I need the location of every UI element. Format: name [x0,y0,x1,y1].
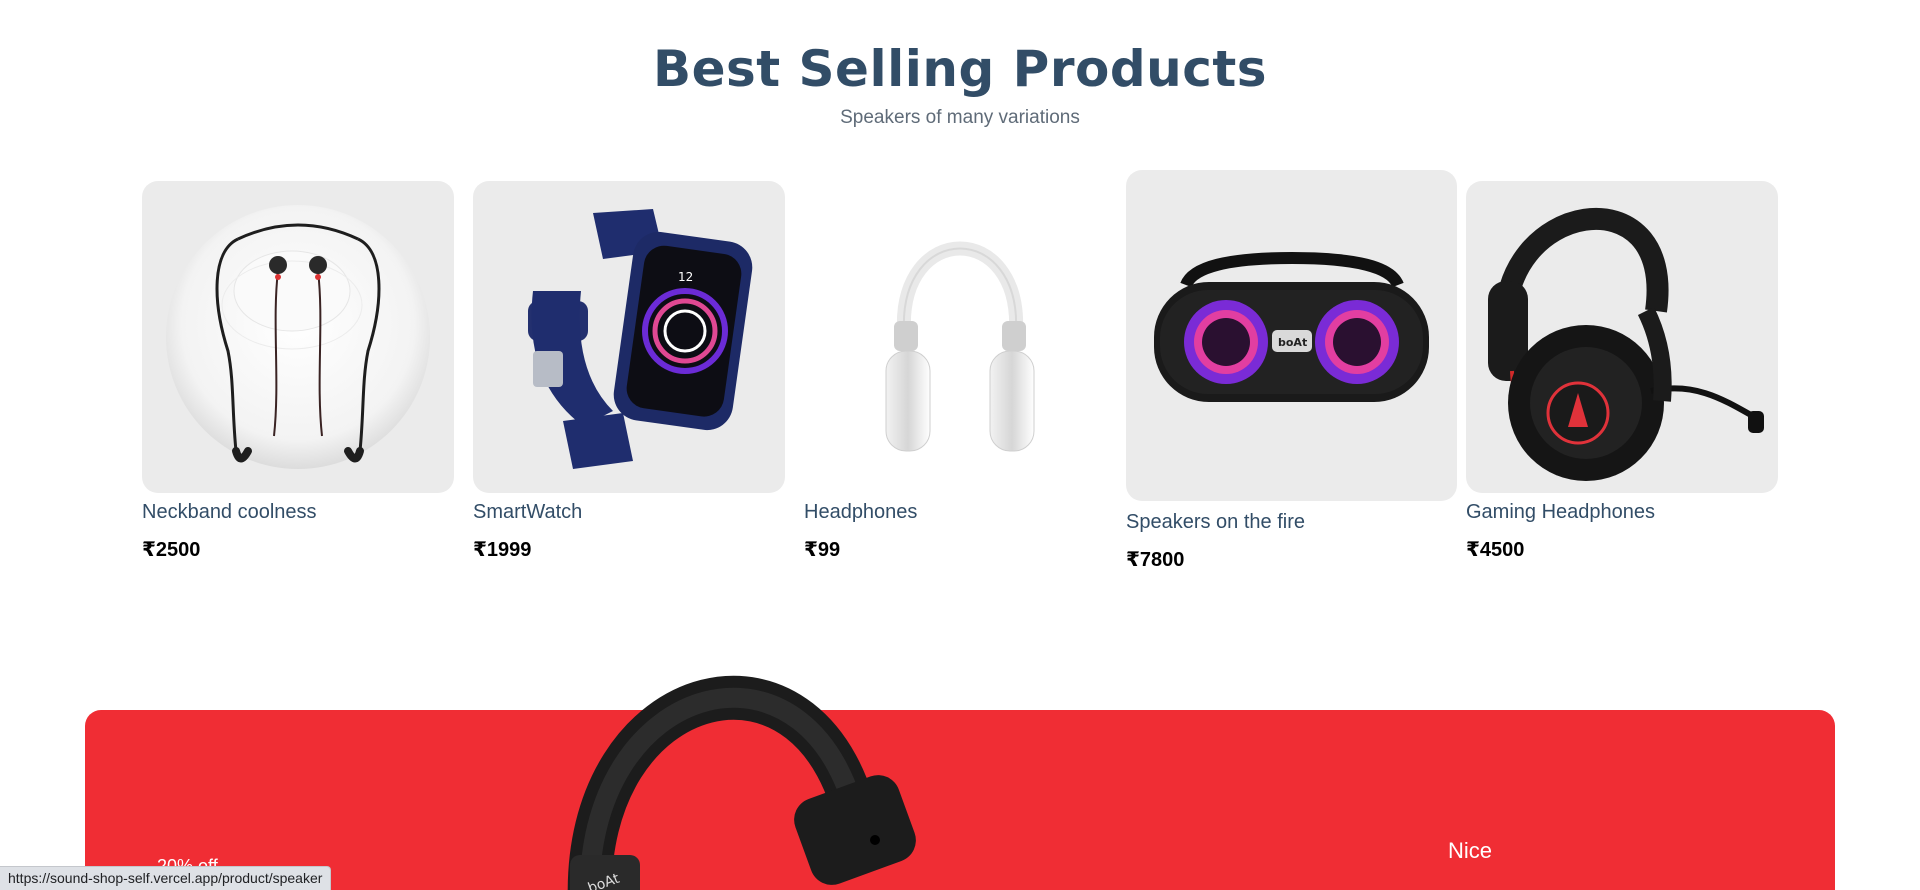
product-card-smartwatch[interactable]: 12 SmartWatch ₹1999 [473,181,785,562]
page: Best Selling Products Speakers of many v… [0,0,1920,890]
smartwatch-icon: 12 [528,209,753,469]
smartwatch-image[interactable]: 12 [473,181,785,493]
banner-heading: Nice [1448,838,1493,863]
section-subtitle: Speakers of many variations [840,107,1080,128]
section-title: Best Selling Products [652,40,1268,98]
product-card-neckband[interactable]: Neckband coolness ₹2500 [142,181,454,562]
product-card-speaker[interactable]: boAt Speakers on the fire ₹7800 [1126,170,1457,572]
product-name[interactable]: SmartWatch [473,501,785,524]
product-name[interactable]: Headphones [804,501,1116,524]
product-card-headphones[interactable]: Headphones ₹99 [804,181,1116,562]
product-price: ₹4500 [1466,539,1525,561]
gaming-headphones-image[interactable] [1466,181,1778,493]
status-bar-url: https://sound-shop-self.vercel.app/produ… [0,866,332,890]
product-price: ₹99 [804,539,841,561]
boat-speaker-icon: boAt [1154,251,1429,402]
product-card-gaming-headphones[interactable]: Gaming Headphones ₹4500 [1466,181,1778,562]
product-price: ₹2500 [142,539,201,561]
svg-text:boAt: boAt [1278,336,1307,349]
product-name[interactable]: Neckband coolness [142,501,454,524]
white-headphones-icon [885,241,1035,452]
neckband-earphones-image[interactable] [142,181,454,493]
neckband-earphones-icon [166,205,430,469]
product-name[interactable]: Gaming Headphones [1466,501,1778,524]
product-price: ₹1999 [473,539,532,561]
banner-headphones-image: boAt [567,675,916,890]
white-headphones-image[interactable] [804,181,1116,493]
svg-text:12: 12 [678,270,693,284]
boat-speaker-image[interactable]: boAt [1126,170,1457,501]
product-name[interactable]: Speakers on the fire [1126,511,1457,534]
gaming-headphones-icon [1488,207,1764,481]
product-price: ₹7800 [1126,549,1185,571]
